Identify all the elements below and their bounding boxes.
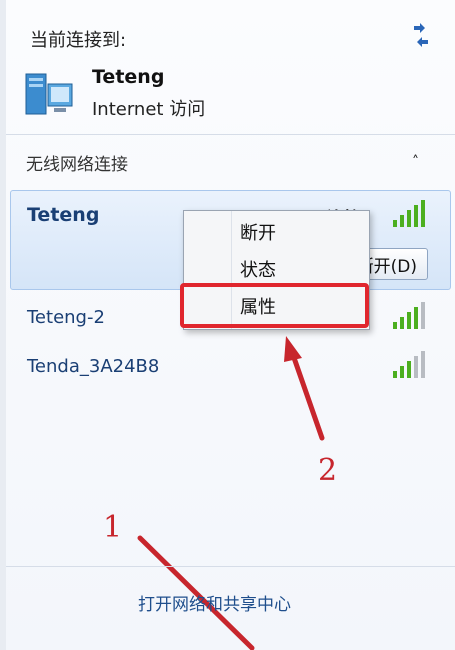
menu-item-disconnect[interactable]: 断开 xyxy=(240,219,276,245)
footer-divider xyxy=(6,566,455,567)
network-name: Teteng xyxy=(27,204,100,226)
refresh-icon[interactable] xyxy=(406,20,436,50)
signal-strength-icon xyxy=(393,302,425,329)
currently-connected-label: 当前连接到: xyxy=(30,30,127,51)
annotation-number-1: 1 xyxy=(103,510,123,545)
open-network-sharing-center-link[interactable]: 打开网络和共享中心 xyxy=(138,590,291,615)
network-row[interactable]: Tenda_3A24B8 xyxy=(27,356,159,377)
current-network-access: Internet 访问 xyxy=(92,99,206,120)
menu-item-status[interactable]: 状态 xyxy=(240,256,276,282)
annotation-number-2: 2 xyxy=(318,453,338,488)
network-computer-icon xyxy=(25,73,73,115)
annotation-highlight-box xyxy=(180,283,369,328)
wireless-section-title: 无线网络连接 xyxy=(26,155,128,175)
collapse-chevron-icon[interactable]: ˄ xyxy=(412,154,419,170)
divider xyxy=(6,134,455,135)
current-network-name: Teteng xyxy=(92,66,165,88)
signal-strength-icon xyxy=(393,351,425,378)
signal-strength-icon xyxy=(393,200,425,227)
network-row[interactable]: Teteng-2 xyxy=(27,307,105,328)
